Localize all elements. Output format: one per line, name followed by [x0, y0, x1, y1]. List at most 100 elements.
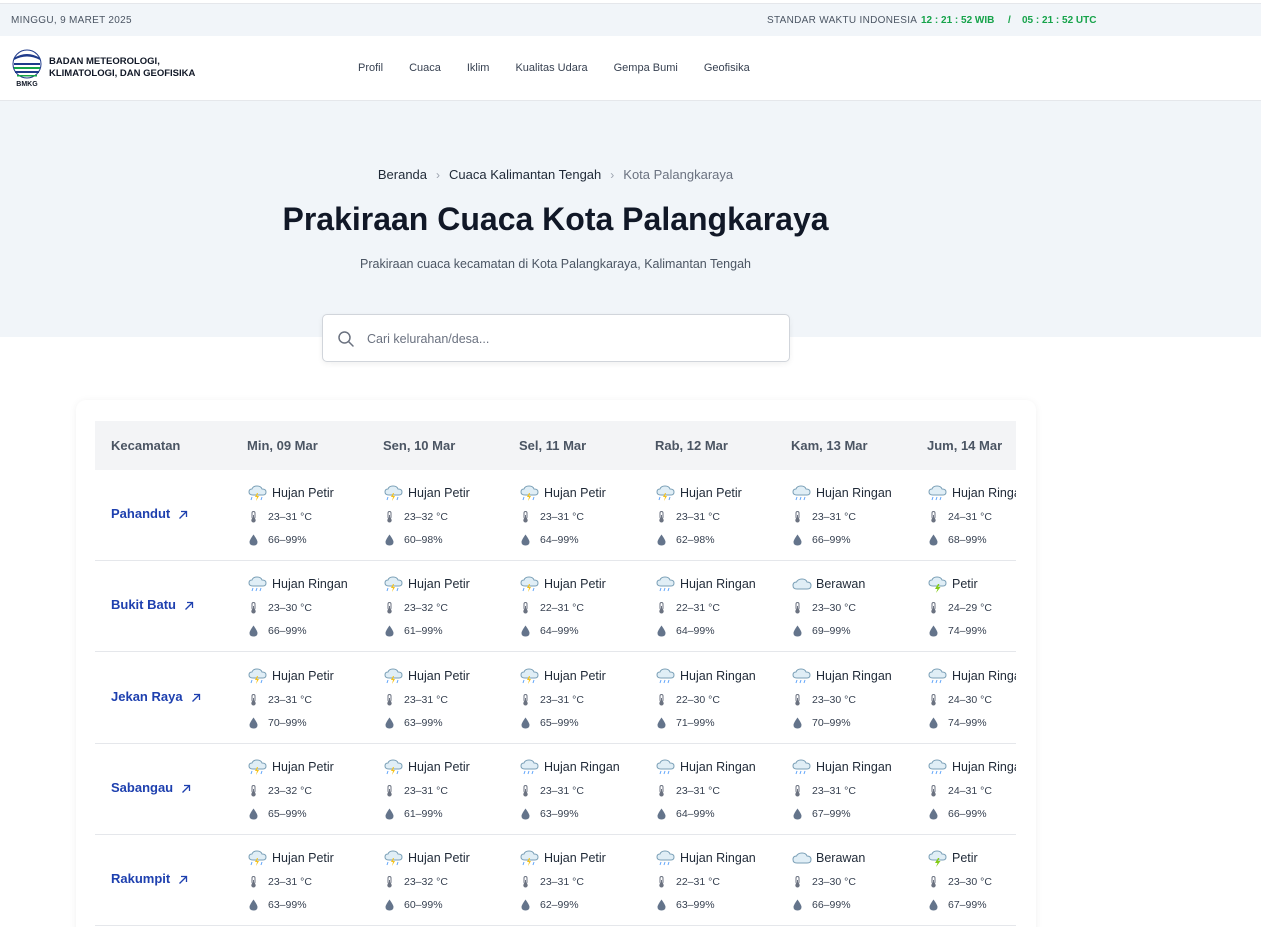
nav-iklim[interactable]: Iklim: [467, 62, 490, 74]
thunder-rain-icon: [384, 576, 403, 592]
condition-label: Hujan Ringan: [680, 669, 756, 683]
temperature: 23–31 °C: [249, 511, 312, 523]
forecast-cell: Hujan Petir 23–31 °C 62–99%: [519, 835, 655, 925]
humidity: 66–99%: [249, 534, 307, 546]
humidity-value: 74–99%: [948, 717, 987, 729]
condition-label: Berawan: [816, 577, 866, 591]
external-link-arrow-icon: [179, 510, 188, 519]
temperature-value: 23–31 °C: [676, 785, 720, 797]
temperature: 22–31 °C: [521, 602, 584, 614]
thermometer-icon: [523, 876, 528, 888]
humidity: 63–99%: [249, 899, 307, 911]
forecast-card: Kecamatan Min, 09 Mar Sen, 10 Mar Sel, 1…: [76, 400, 1036, 927]
temperature-value: 23–32 °C: [404, 876, 448, 888]
temperature: 23–30 °C: [929, 876, 992, 888]
thunder-rain-icon: [248, 485, 267, 501]
humidity: 68–99%: [929, 534, 987, 546]
humidity-value: 71–99%: [676, 717, 715, 729]
humidity-drop-icon: [521, 899, 530, 911]
kecamatan-name: Bukit Batu: [111, 597, 176, 612]
forecast-cell: Hujan Ringan 24–30 °C 74–99%: [927, 653, 1016, 743]
humidity: 64–99%: [521, 534, 579, 546]
kecamatan-name: Pahandut: [111, 506, 171, 521]
kecamatan-link[interactable]: Sabangau: [111, 780, 191, 795]
thermometer-icon: [795, 511, 800, 523]
condition-label: Hujan Petir: [544, 851, 606, 865]
nav-cuaca[interactable]: Cuaca: [409, 62, 441, 74]
kecamatan-link[interactable]: Pahandut: [111, 506, 188, 521]
time-separator: /: [1008, 15, 1011, 26]
condition-label: Hujan Petir: [272, 486, 334, 500]
weather-condition: Hujan Petir: [247, 483, 334, 503]
condition-label: Hujan Ringan: [680, 760, 756, 774]
weather-condition: Hujan Petir: [247, 848, 334, 868]
bmkg-logo[interactable]: BMKG: [11, 48, 43, 88]
humidity-value: 68–99%: [948, 534, 987, 546]
weather-condition: Hujan Ringan: [927, 666, 1016, 686]
humidity-value: 69–99%: [812, 625, 851, 637]
forecast-cell: Hujan Ringan 22–31 °C 64–99%: [655, 561, 791, 651]
thermometer-icon: [659, 511, 664, 523]
thermometer-icon: [795, 602, 800, 614]
temperature-value: 22–31 °C: [676, 876, 720, 888]
humidity-value: 66–99%: [948, 808, 987, 820]
humidity: 61–99%: [385, 808, 443, 820]
forecast-cell: Hujan Ringan 23–31 °C 64–99%: [655, 744, 791, 834]
temperature: 23–30 °C: [793, 876, 856, 888]
kecamatan-link[interactable]: Jekan Raya: [111, 689, 201, 704]
humidity: 65–99%: [521, 717, 579, 729]
table-header: Kecamatan Min, 09 Mar Sen, 10 Mar Sel, 1…: [95, 421, 1016, 470]
humidity-value: 62–99%: [540, 899, 579, 911]
breadcrumb-current: Kota Palangkaraya: [623, 167, 734, 182]
condition-label: Hujan Petir: [544, 486, 606, 500]
nav-profil[interactable]: Profil: [358, 62, 383, 74]
humidity: 65–99%: [249, 808, 307, 820]
forecast-cell: Hujan Petir 23–31 °C 61–99%: [383, 744, 519, 834]
condition-label: Hujan Petir: [408, 486, 470, 500]
thunder-icon: [928, 850, 947, 867]
humidity-drop-icon: [793, 625, 802, 637]
forecast-cell: Hujan Petir 23–31 °C 70–99%: [247, 653, 383, 743]
thermometer-icon: [659, 876, 664, 888]
weather-condition: Berawan: [791, 574, 865, 594]
humidity-drop-icon: [385, 717, 394, 729]
humidity-drop-icon: [657, 534, 666, 546]
nav-geofisika[interactable]: Geofisika: [704, 62, 750, 74]
table-row: Jekan Raya Hujan Petir 23–31 °C 70–99% Hujan…: [95, 653, 1016, 744]
breadcrumb-province[interactable]: Cuaca Kalimantan Tengah: [449, 167, 601, 182]
thunder-rain-icon: [248, 759, 267, 775]
humidity-value: 66–99%: [268, 625, 307, 637]
humidity-value: 64–99%: [676, 625, 715, 637]
kecamatan-link[interactable]: Bukit Batu: [111, 597, 194, 612]
kecamatan-name: Jekan Raya: [111, 689, 183, 704]
temperature: 23–32 °C: [385, 602, 448, 614]
thermometer-icon: [931, 694, 936, 706]
weather-condition: Hujan Ringan: [247, 574, 348, 594]
humidity: 62–99%: [521, 899, 579, 911]
temperature: 23–31 °C: [793, 785, 856, 797]
forecast-cell: Hujan Petir 22–31 °C 64–99%: [519, 561, 655, 651]
condition-label: Hujan Ringan: [952, 669, 1016, 683]
temperature: 23–30 °C: [793, 602, 856, 614]
nav-kualitas-udara[interactable]: Kualitas Udara: [515, 62, 587, 74]
table-row: Bukit Batu Hujan Ringan 23–30 °C 66–99% Huja…: [95, 561, 1016, 652]
brand-name[interactable]: BADAN METEOROLOGI, KLIMATOLOGI, DAN GEOF…: [49, 56, 195, 80]
search-input[interactable]: [367, 327, 767, 351]
header-day-4: Rab, 12 Mar: [655, 438, 728, 453]
current-date: MINGGU, 9 MARET 2025: [11, 15, 132, 26]
temperature: 24–29 °C: [929, 602, 992, 614]
humidity-drop-icon: [521, 625, 530, 637]
forecast-cell: Berawan 23–30 °C 66–99%: [791, 835, 927, 925]
thermometer-icon: [251, 785, 256, 797]
nav-gempa-bumi[interactable]: Gempa Bumi: [614, 62, 678, 74]
condition-label: Hujan Ringan: [816, 486, 892, 500]
breadcrumb-home[interactable]: Beranda: [378, 167, 427, 182]
humidity-value: 74–99%: [948, 625, 987, 637]
time-standard-label: STANDAR WAKTU INDONESIA: [767, 15, 918, 26]
thermometer-icon: [659, 694, 664, 706]
humidity-value: 63–99%: [676, 899, 715, 911]
kecamatan-link[interactable]: Rakumpit: [111, 871, 188, 886]
forecast-cell: Hujan Petir 23–32 °C 61–99%: [383, 561, 519, 651]
humidity-value: 61–99%: [404, 808, 443, 820]
temperature: 23–31 °C: [793, 511, 856, 523]
